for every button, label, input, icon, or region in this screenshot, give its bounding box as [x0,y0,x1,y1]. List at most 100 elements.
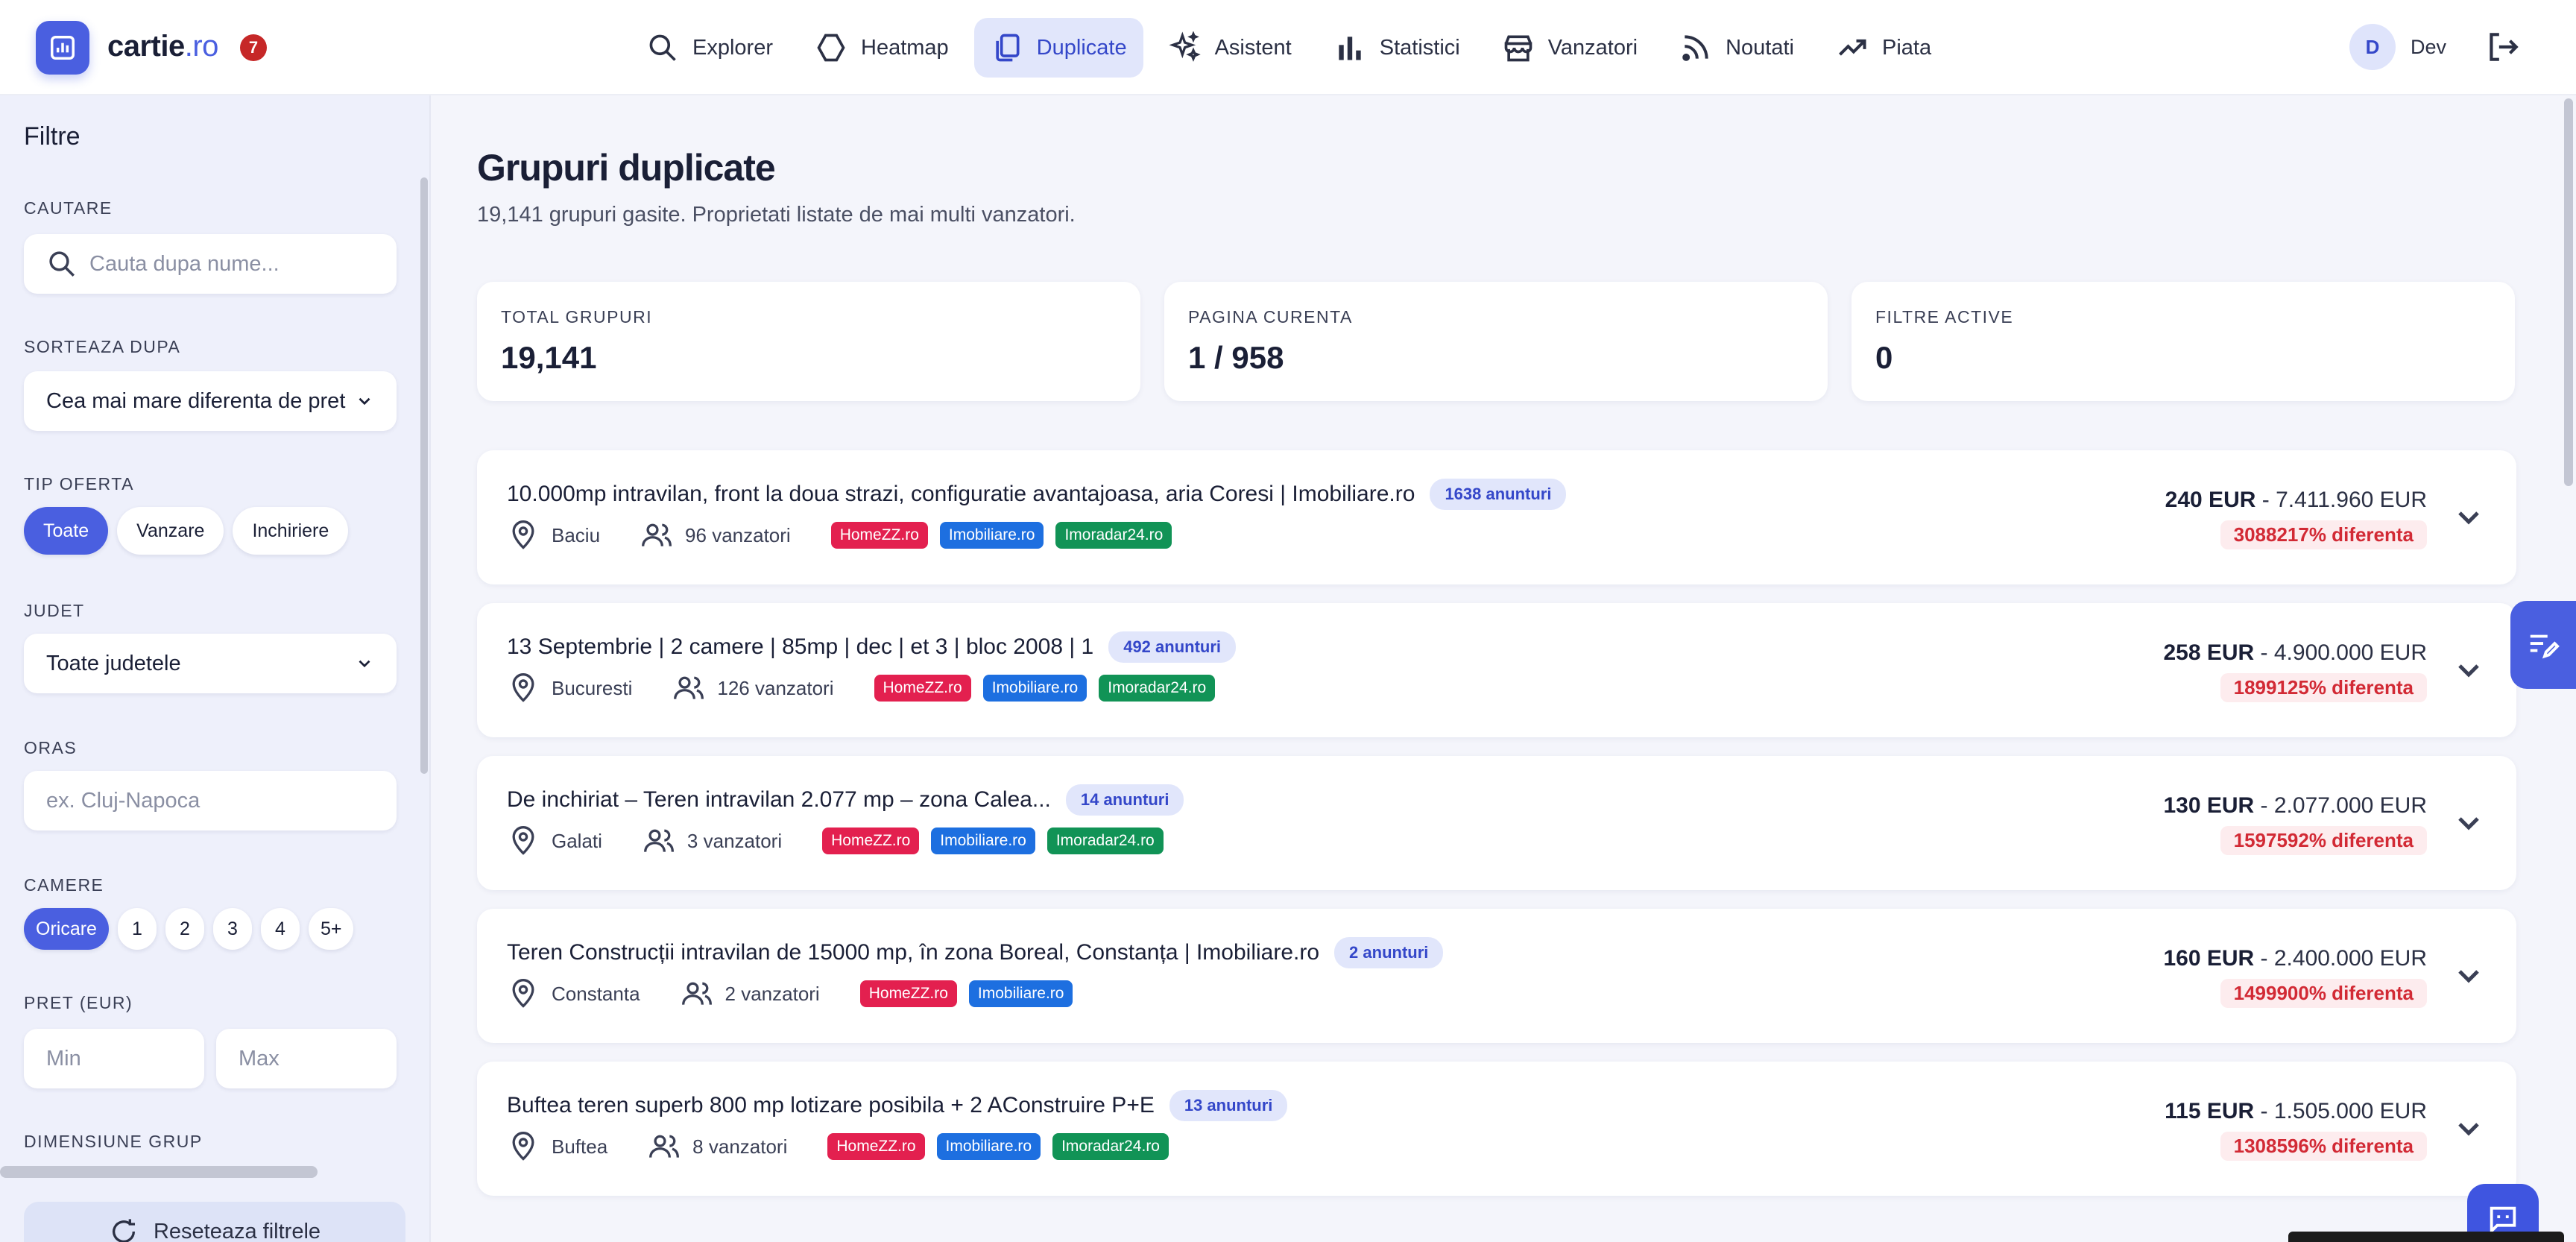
group-title[interactable]: 10.000mp intravilan, front la doua straz… [507,482,1415,507]
group-location: Bucuresti [552,676,633,699]
logout-icon[interactable] [2484,28,2521,66]
group-title-row: De inchiriat – Teren intravilan 2.077 mp… [507,784,1184,816]
price-min-placeholder: Min [46,1046,81,1071]
sparkles-icon [1169,31,1201,62]
group-location: Buftea [552,1135,608,1158]
rooms-5plus[interactable]: 5+ [308,908,354,950]
avatar[interactable]: D [2349,24,2396,70]
nav-asistent[interactable]: Asistent [1152,18,1308,78]
price-max: 1.505.000 EUR [2273,1099,2427,1123]
nav-label: Statistici [1379,35,1460,60]
group-sellers: 8 vanzatori [692,1135,788,1158]
duplicate-group-card[interactable]: 10.000mp intravilan, front la doua straz… [477,450,2516,584]
nav-explorer[interactable]: Explorer [630,18,789,78]
users-icon [643,829,674,852]
nav-statistici[interactable]: Statistici [1317,18,1477,78]
source-badge: Imoradar24.ro [1046,828,1164,854]
duplicate-group-card[interactable]: De inchiriat – Teren intravilan 2.077 mp… [477,756,2516,890]
source-badge: Imoradar24.ro [1055,522,1172,549]
group-title-row: Buftea teren superb 800 mp lotizare posi… [507,1090,1288,1121]
price-max-input[interactable]: Max [216,1029,397,1088]
city-label: ORAS [24,738,78,757]
rooms-4[interactable]: 4 [260,908,300,950]
users-icon [681,982,712,1005]
group-meta: Bucuresti 126 vanzatori HomeZZ.ro Imobili… [507,672,1216,704]
price-min: 160 EUR [2163,946,2255,971]
stat-value: 1 / 958 [1188,340,1284,375]
nav-vanzatori[interactable]: Vanzatori [1486,18,1654,78]
page-scrollbar[interactable] [2564,98,2573,486]
stat-card-page: PAGINA CURENTA 1 / 958 [1164,282,1828,401]
price-range: 258 EUR - 4.900.000 EUR [2163,640,2427,665]
source-badge: HomeZZ.ro [874,675,971,702]
price-difference-badge: 1597592% diferenta [2220,826,2427,855]
price-min: 130 EUR [2163,793,2255,818]
nav-piata[interactable]: Piata [1819,18,1948,78]
sort-value: Cea mai mare diferenta de pret [46,388,346,413]
stat-value: 19,141 [501,340,597,375]
price-range: 115 EUR - 1.505.000 EUR [2165,1099,2427,1123]
rooms-2[interactable]: 2 [165,908,204,950]
stat-label: PAGINA CURENTA [1188,307,1353,327]
users-icon [642,523,672,546]
county-select[interactable]: Toate judetele [24,634,397,693]
group-title[interactable]: Buftea teren superb 800 mp lotizare posi… [507,1093,1155,1118]
duplicate-group-card[interactable]: 13 Septembrie | 2 camere | 85mp | dec | … [477,603,2516,737]
chevron-down-icon [359,660,370,668]
nav-noutati[interactable]: Noutati [1663,18,1811,78]
offer-type-inchiriere[interactable]: Inchiriere [233,507,349,555]
rooms-any[interactable]: Oricare [24,908,109,950]
feedback-button[interactable] [2510,601,2576,689]
sidebar-scrollbar[interactable] [420,177,428,774]
rooms-label: CAMERE [24,875,104,895]
main-nav: Explorer Heatmap Duplicate Asistent Stat… [630,18,1948,78]
chevron-down-icon[interactable] [2451,958,2487,994]
page-subtitle: 19,141 grupuri gasite. Proprietati lista… [477,203,1076,227]
price-max: 2.400.000 EUR [2273,946,2427,971]
offer-type-toate[interactable]: Toate [24,507,109,555]
brand-name[interactable]: cartie.ro [107,30,218,63]
search-input[interactable]: Cauta dupa nume... [24,234,397,294]
price-difference-badge: 3088217% diferenta [2220,520,2427,549]
rooms-1[interactable]: 1 [117,908,157,950]
overlay-bar [2288,1232,2564,1242]
filters-sidebar: Filtre CAUTARE Cauta dupa nume... SORTEA… [0,95,431,1242]
location-pin-icon [512,826,534,855]
rss-icon [1682,35,1708,61]
nav-duplicate[interactable]: Duplicate [973,18,1143,78]
duplicate-group-card[interactable]: Buftea teren superb 800 mp lotizare posi… [477,1062,2516,1196]
group-title[interactable]: De inchiriat – Teren intravilan 2.077 mp… [507,787,1051,813]
logo-icon[interactable] [36,21,89,75]
offer-type-vanzare[interactable]: Vanzare [117,507,224,555]
listings-count-badge: 13 anunturi [1169,1090,1288,1121]
group-meta: Baciu 96 vanzatori HomeZZ.ro Imobiliare.r… [507,519,1172,552]
sidebar-horizontal-scrollbar[interactable] [0,1166,318,1178]
source-badge: Imobiliare.ro [931,828,1035,854]
reset-filters-button[interactable]: Reseteaza filtrele [24,1202,405,1242]
group-title-row: 13 Septembrie | 2 camere | 85mp | dec | … [507,631,1237,663]
group-sellers: 2 vanzatori [724,982,820,1005]
group-title[interactable]: 13 Septembrie | 2 camere | 85mp | dec | … [507,634,1093,660]
source-badge: Imobiliare.ro [968,980,1073,1007]
group-size-label: DIMENSIUNE GRUP [24,1132,203,1151]
price-range: 160 EUR - 2.400.000 EUR [2163,946,2427,971]
chevron-down-icon[interactable] [2451,1111,2487,1147]
duplicate-group-card[interactable]: Teren Construcții intravilan de 15000 mp… [477,909,2516,1043]
price-difference-badge: 1499900% diferenta [2220,979,2427,1008]
chevron-down-icon[interactable] [2451,499,2487,535]
group-sellers: 3 vanzatori [686,829,783,852]
chevron-down-icon[interactable] [2451,652,2487,688]
price-range: 130 EUR - 2.077.000 EUR [2163,793,2427,818]
rooms-3[interactable]: 3 [212,908,252,950]
user-name[interactable]: Dev [2411,36,2446,59]
price-min: 240 EUR [2165,488,2256,512]
nav-heatmap[interactable]: Heatmap [798,18,965,78]
source-badge: Imoradar24.ro [1099,675,1216,702]
price-min-input[interactable]: Min [24,1029,204,1088]
notification-badge[interactable]: 7 [240,34,267,61]
city-input[interactable]: ex. Cluj-Napoca [24,771,397,830]
sort-select[interactable]: Cea mai mare diferenta de pret [24,371,397,431]
group-title[interactable]: Teren Construcții intravilan de 15000 mp… [507,940,1319,965]
chevron-down-icon[interactable] [2451,805,2487,841]
trending-up-icon [1839,39,1866,56]
